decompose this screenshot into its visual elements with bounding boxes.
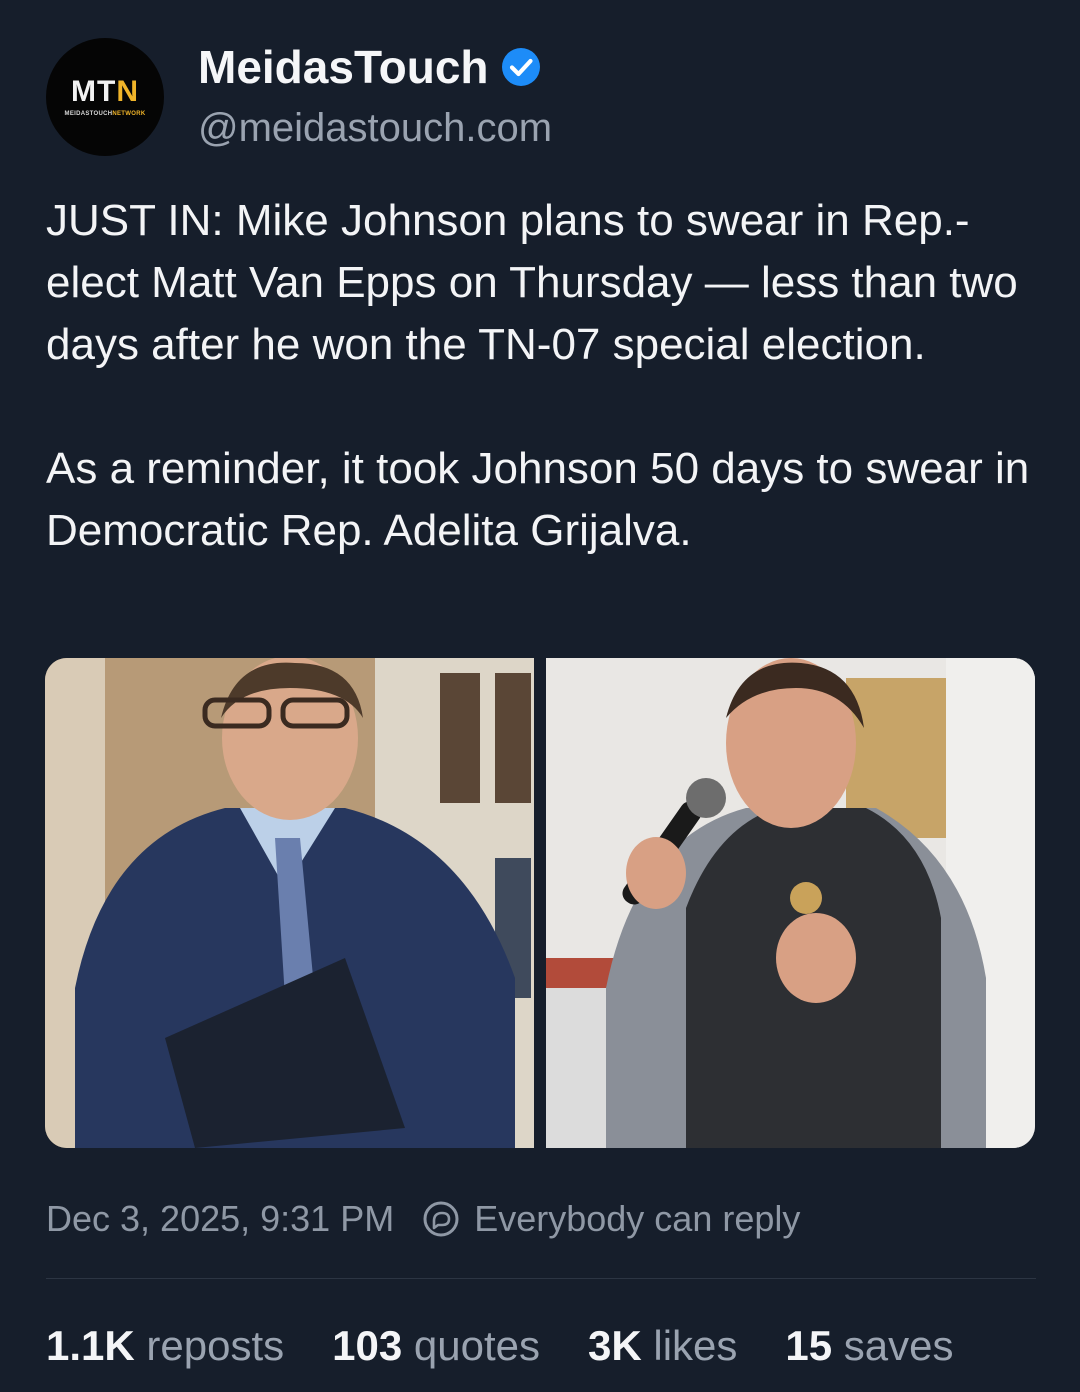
avatar-logo-main: MTN [71,75,139,108]
author-display-name[interactable]: MeidasTouch [198,40,541,94]
divider [46,1278,1036,1279]
post-paragraph: JUST IN: Mike Johnson plans to swear in … [46,196,1018,369]
post-timestamp[interactable]: Dec 3, 2025, 9:31 PM [46,1198,394,1240]
stat-likes[interactable]: 3K likes [588,1322,737,1370]
post-paragraph: As a reminder, it took Johnson 50 days t… [46,444,1030,555]
avatar-logo-sub: MEIDASTOUCHNETWORK [64,111,146,117]
photo-man-speaking-into-microphone[interactable] [546,658,1035,1148]
stat-count: 103 [332,1322,403,1369]
stat-quotes[interactable]: 103 quotes [332,1322,540,1370]
stat-reposts[interactable]: 1.1K reposts [46,1322,284,1370]
reply-setting-text: Everybody can reply [474,1198,801,1239]
stat-count: 15 [785,1322,833,1369]
stat-label: likes [653,1322,738,1369]
stat-count: 1.1K [46,1322,135,1369]
post-text: JUST IN: Mike Johnson plans to swear in … [46,190,1046,562]
author-handle[interactable]: @meidastouch.com [198,106,552,151]
photo-man-in-suit-with-folder[interactable] [45,658,534,1148]
post-stats: 1.1K reposts 103 quotes 3K likes 15 save… [46,1322,1002,1370]
verified-badge-icon [501,48,540,86]
stat-saves[interactable]: 15 saves [785,1322,953,1370]
display-name-text: MeidasTouch [198,41,489,93]
stat-label: saves [843,1322,954,1369]
stat-label: reposts [146,1322,285,1369]
stat-count: 3K [587,1322,642,1369]
stat-label: quotes [413,1322,540,1369]
post-media [45,658,1035,1148]
post-avatar[interactable]: MTN MEIDASTOUCHNETWORK [46,38,164,156]
post-meta: Dec 3, 2025, 9:31 PM Everybody can reply [46,1198,800,1240]
reply-permission-icon [423,1201,459,1237]
